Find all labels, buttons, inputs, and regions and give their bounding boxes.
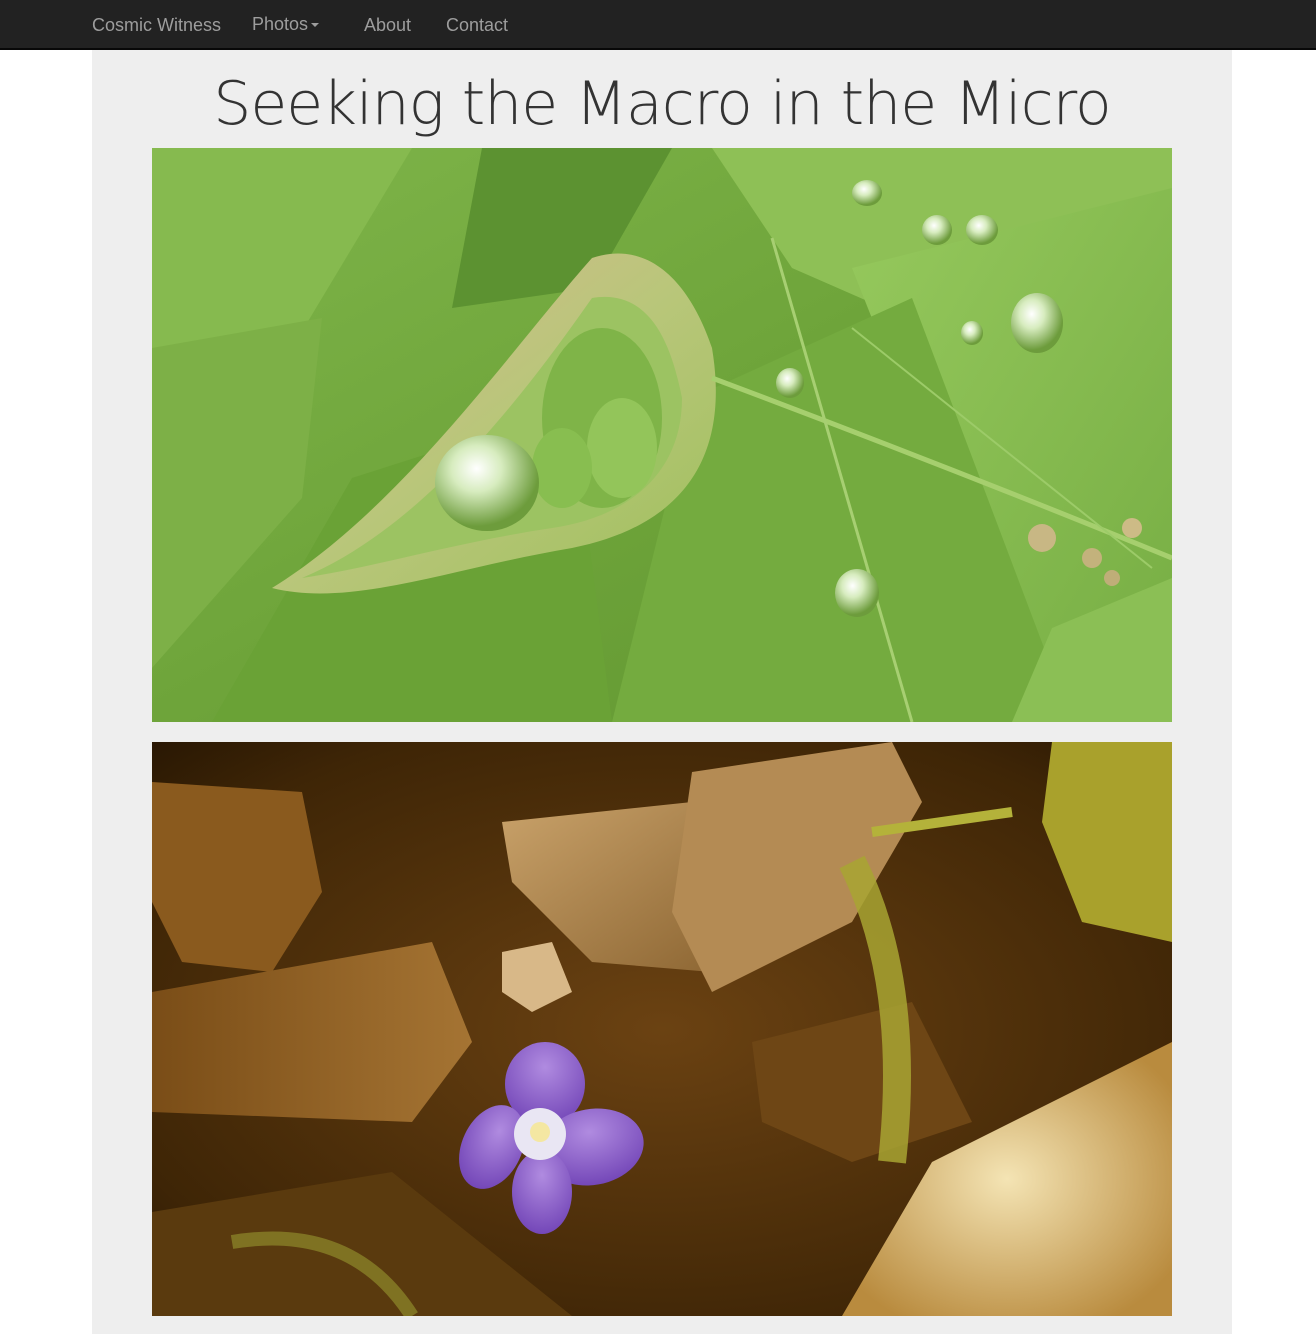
caret-down-icon (311, 23, 320, 28)
nav-photos-label: Photos (252, 14, 309, 34)
brand-link[interactable]: Cosmic Witness (92, 0, 221, 50)
top-navbar: Cosmic Witness Photos About Contact (0, 0, 1316, 50)
nav-about-link[interactable]: About (364, 0, 411, 50)
main-content: Seeking the Macro in the Micro (92, 50, 1232, 1334)
leaves-image (152, 148, 1172, 722)
flower-image (152, 742, 1172, 1316)
nav-contact-link[interactable]: Contact (446, 0, 508, 50)
photo-green-leaves (152, 148, 1172, 722)
nav-photos-dropdown[interactable]: Photos (252, 0, 320, 50)
photo-purple-flower (152, 742, 1172, 1316)
page-title: Seeking the Macro in the Micro (213, 69, 1111, 139)
